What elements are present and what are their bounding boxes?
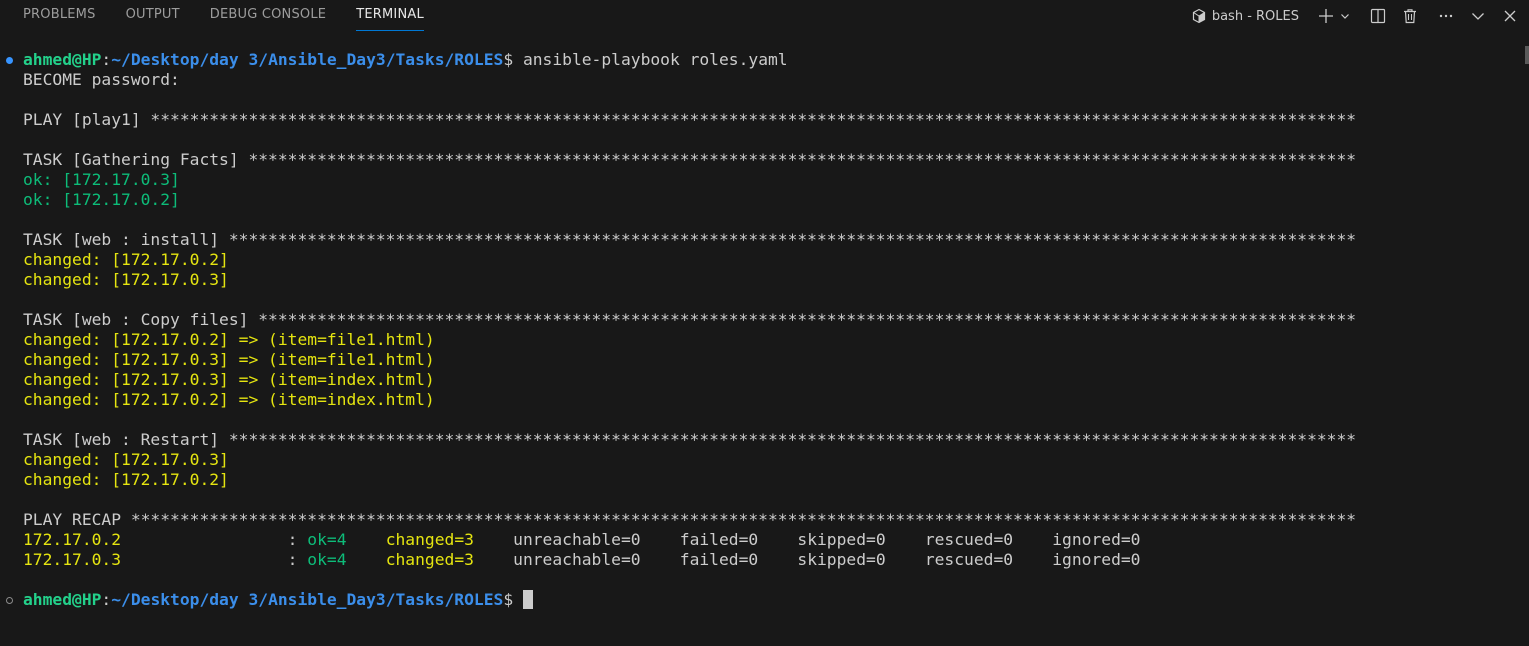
task-result-line: ok: [172.17.0.2] [23, 190, 180, 209]
prompt-path: ~/Desktop/day 3/Ansible_Day3/Tasks/ROLES [111, 50, 504, 69]
kill-terminal-button[interactable] [1399, 5, 1421, 27]
task-result-line: changed: [172.17.0.3] => (item=file1.htm… [23, 350, 435, 369]
close-panel-button[interactable] [1499, 5, 1521, 27]
recap-host: 172.17.0.2 [23, 530, 288, 549]
tab-terminal-label: TERMINAL [356, 0, 424, 31]
chevron-down-icon [1341, 14, 1349, 19]
recap-stats: unreachable=0 failed=0 skipped=0 rescued… [513, 550, 1141, 569]
tab-problems-label: PROBLEMS [23, 7, 96, 22]
task-result-line: changed: [172.17.0.2] => (item=index.htm… [23, 390, 435, 409]
command-pending-decoration[interactable] [6, 597, 13, 604]
recap-changed: changed=3 [385, 550, 514, 569]
split-terminal-button[interactable] [1367, 5, 1389, 27]
task-result-line: changed: [172.17.0.2] [23, 250, 229, 269]
trash-icon [1404, 9, 1416, 24]
terminal-name: bash - ROLES [1211, 8, 1299, 24]
recap-separator: : [287, 530, 308, 549]
terminal-icon [1192, 8, 1205, 24]
prompt-user: ahmed@HP [23, 50, 102, 69]
task-result-line: changed: [172.17.0.3] => (item=index.htm… [23, 370, 435, 389]
task-header-copy-files: TASK [web : Copy files] ****************… [23, 310, 1357, 329]
maximize-panel-button[interactable] [1467, 5, 1489, 27]
panel-header: PROBLEMS OUTPUT DEBUG CONSOLE TERMINAL b… [0, 0, 1529, 32]
recap-stats: unreachable=0 failed=0 skipped=0 rescued… [513, 530, 1141, 549]
prompt-path: ~/Desktop/day 3/Ansible_Day3/Tasks/ROLES [111, 590, 504, 609]
command-text: ansible-playbook roles.yaml [513, 50, 788, 69]
terminal-profiles-dropdown[interactable] [1339, 5, 1351, 27]
terminal-selector[interactable]: bash - ROLES [1189, 5, 1301, 27]
command-success-decoration[interactable] [6, 57, 13, 64]
tab-debug-console-label: DEBUG CONSOLE [209, 7, 327, 22]
terminal-cursor [522, 590, 533, 609]
tab-problems[interactable]: PROBLEMS [8, 0, 111, 32]
split-icon [1370, 8, 1386, 24]
more-actions-button[interactable] [1435, 5, 1457, 27]
tab-terminal[interactable]: TERMINAL [341, 0, 439, 32]
task-result-line: changed: [172.17.0.3] [23, 270, 229, 289]
recap-changed: changed=3 [385, 530, 514, 549]
chevron-down-icon [1472, 13, 1484, 20]
tab-debug-console[interactable]: DEBUG CONSOLE [195, 0, 341, 32]
become-password-line: BECOME password: [23, 70, 180, 89]
play-header: PLAY [play1] ***************************… [23, 110, 1357, 129]
terminal-scrollbar[interactable] [1525, 46, 1529, 64]
recap-separator: : [287, 550, 308, 569]
recap-ok: ok=4 [307, 530, 386, 549]
panel-actions: bash - ROLES [1183, 0, 1521, 32]
tab-output-label: OUTPUT [125, 7, 180, 22]
task-header-gathering-facts: TASK [Gathering Facts] *****************… [23, 150, 1357, 169]
command-line: ahmed@HP:~/Desktop/day 3/Ansible_Day3/Ta… [23, 50, 788, 69]
new-terminal-button[interactable] [1315, 5, 1337, 27]
panel-tabs: PROBLEMS OUTPUT DEBUG CONSOLE TERMINAL [8, 0, 439, 32]
terminal-output[interactable]: ahmed@HP: ~/Desktop/day 3/Ansible_Day3/Ta… [0, 50, 1529, 646]
task-result-line: changed: [172.17.0.2] => (item=file1.htm… [23, 330, 435, 349]
tab-output[interactable]: OUTPUT [111, 0, 195, 32]
task-result-line: ok: [172.17.0.3] [23, 170, 180, 189]
recap-host: 172.17.0.3 [23, 550, 288, 569]
play-recap-header: PLAY RECAP *****************************… [23, 510, 1357, 529]
task-result-line: changed: [172.17.0.3] [23, 450, 229, 469]
prompt-symbol: $ [503, 590, 514, 609]
recap-row: 172.17.0.3 : ok=4 changed=3 unreachable=… [23, 550, 1140, 570]
prompt-symbol: $ [503, 50, 514, 69]
more-icon [1439, 14, 1453, 18]
task-header-install: TASK [web : install] *******************… [23, 230, 1357, 249]
recap-row: 172.17.0.2 : ok=4 changed=3 unreachable=… [23, 530, 1140, 550]
close-icon [1504, 10, 1516, 22]
current-prompt-line: ahmed@HP:~/Desktop/day 3/Ansible_Day3/Ta… [23, 590, 533, 610]
recap-ok: ok=4 [307, 550, 386, 569]
prompt-user: ahmed@HP [23, 590, 102, 609]
task-header-restart: TASK [web : Restart] *******************… [23, 430, 1357, 449]
plus-icon [1319, 9, 1333, 23]
task-result-line: changed: [172.17.0.2] [23, 470, 229, 489]
